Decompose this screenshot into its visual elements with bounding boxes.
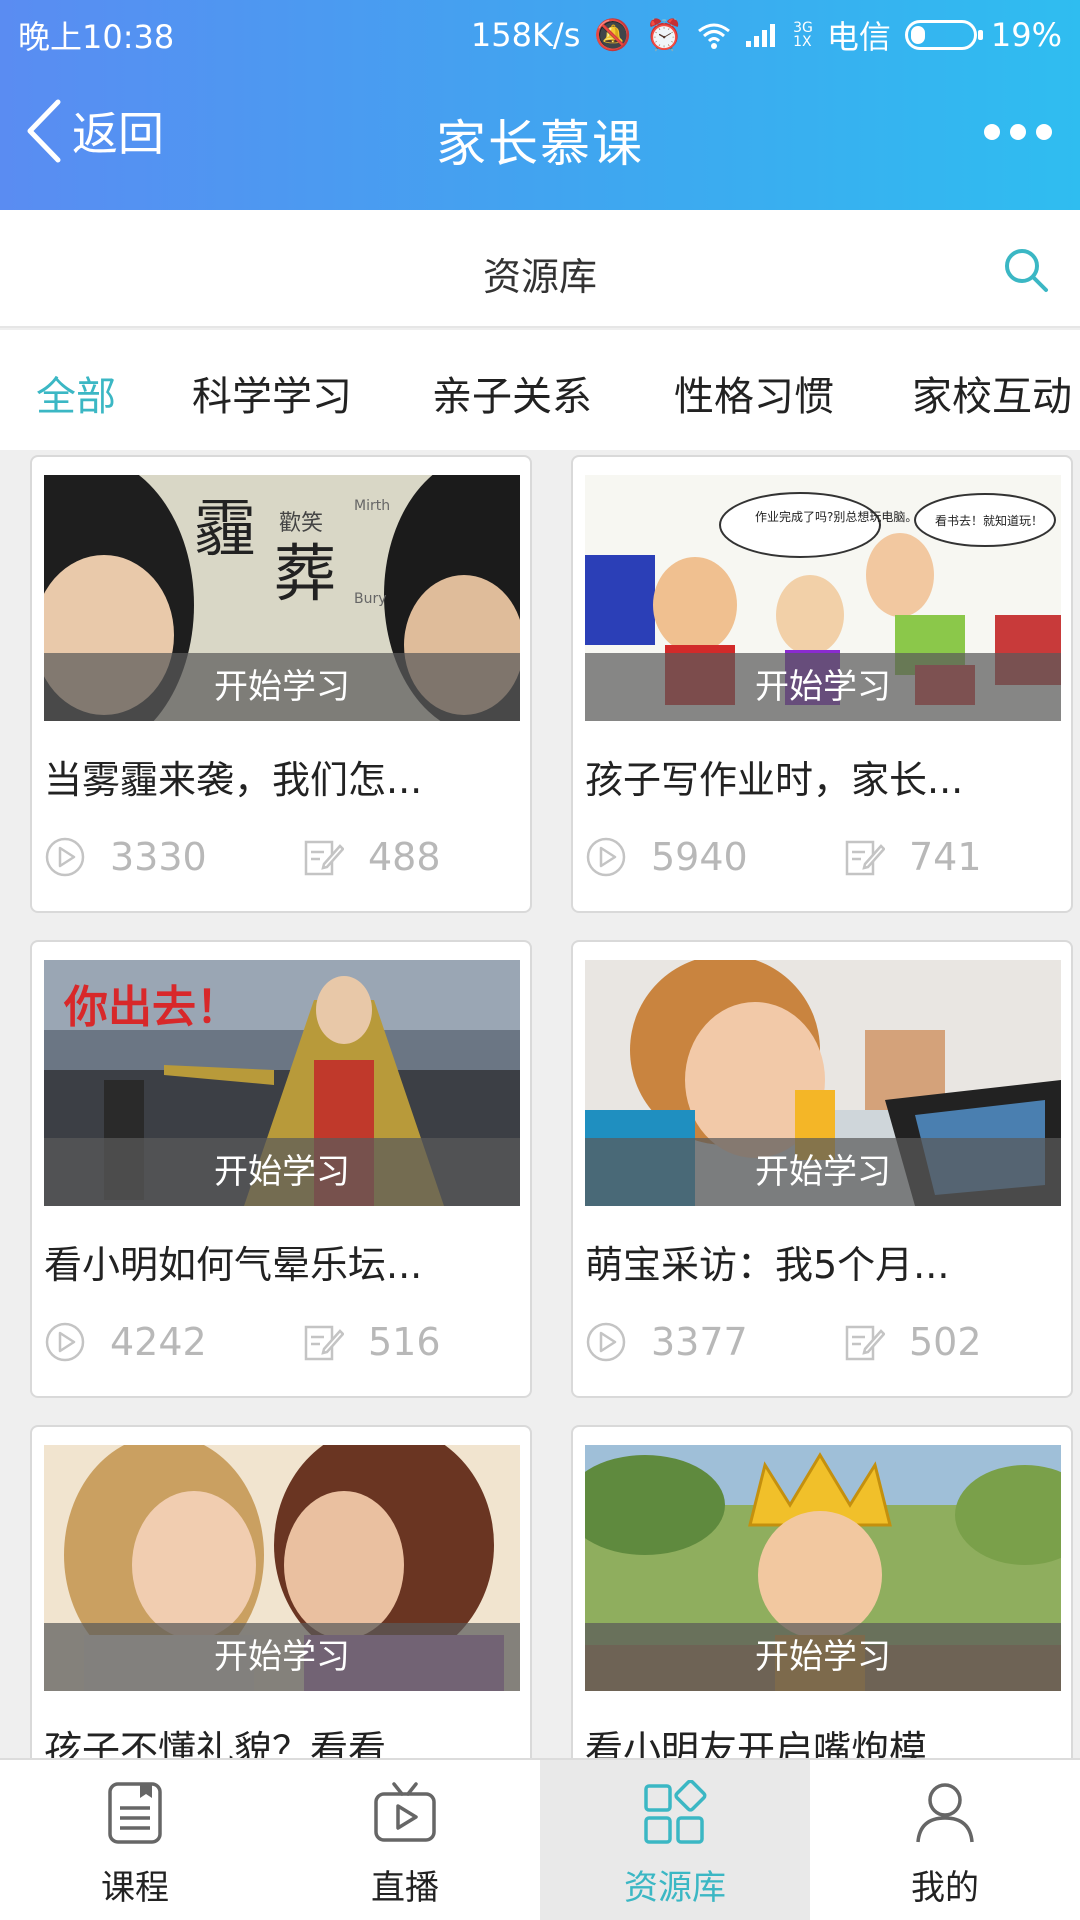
course-card[interactable]: 你出去！ 开始学习 看小明如何气晕乐坛... 4242 516 — [30, 940, 532, 1398]
bottom-nav-resources[interactable]: 资源库 — [540, 1760, 810, 1920]
play-count: 5940 — [585, 835, 748, 879]
note-edit-icon — [845, 1325, 885, 1361]
tab-character-habits[interactable]: 性格习惯 — [674, 364, 834, 422]
network-speed: 158K/s — [470, 16, 581, 54]
alarm-icon: ⏰ — [645, 17, 684, 53]
nav-bar: 返回 家长慕课 — [0, 78, 1080, 198]
course-thumbnail[interactable]: 开始学习 — [585, 1445, 1061, 1691]
course-card[interactable]: 霾 歡笑 葬 Mirth Bury 开始学习 当雾霾来袭，我们怎... 3330… — [30, 455, 532, 913]
play-count: 3330 — [44, 835, 207, 879]
note-count: 502 — [843, 1320, 982, 1364]
course-card[interactable]: 开始学习 萌宝采访：我5个月... 3377 502 — [571, 940, 1073, 1398]
grid-diamond-icon — [644, 1780, 707, 1844]
course-title: 孩子不懂礼貌？看看... — [44, 1728, 423, 1758]
wifi-icon — [698, 23, 731, 49]
course-title: 萌宝采访：我5个月... — [585, 1243, 950, 1287]
note-edit-icon — [845, 840, 885, 876]
start-learning-overlay[interactable]: 开始学习 — [44, 1623, 520, 1691]
status-time: 晚上10:38 — [18, 18, 175, 56]
battery-level: 19% — [990, 16, 1062, 54]
speech-bubble-text: 作业完成了吗?别总想玩电脑。 — [755, 509, 917, 524]
search-icon[interactable] — [1002, 246, 1050, 294]
note-edit-icon — [304, 1325, 344, 1361]
bottom-nav-mine[interactable]: 我的 — [810, 1760, 1080, 1920]
start-learning-overlay[interactable]: 开始学习 — [44, 653, 520, 721]
more-dot-icon — [984, 124, 1000, 140]
svg-text:葬: 葬 — [274, 537, 336, 610]
document-icon — [108, 1782, 162, 1844]
bottom-nav-label: 我的 — [911, 1868, 979, 1908]
course-thumbnail[interactable]: 你出去！ 开始学习 — [44, 960, 520, 1206]
course-card[interactable]: 作业完成了吗?别总想玩电脑。 看书去！就知道玩！ 开始学习 孩子写作业时，家长.… — [571, 455, 1073, 913]
section-title: 资源库 — [482, 255, 597, 299]
note-count: 488 — [302, 835, 441, 879]
play-circle-icon — [45, 1322, 85, 1362]
page-title: 家长慕课 — [436, 115, 644, 173]
battery-icon — [904, 20, 983, 50]
course-card[interactable]: 开始学习 看小明友开启嘴炮模... — [571, 1425, 1073, 1758]
note-edit-icon — [304, 840, 344, 876]
course-card[interactable]: 开始学习 孩子不懂礼貌？看看... — [30, 1425, 532, 1758]
image-text: 霾 — [194, 492, 256, 565]
app-header: 晚上10:38 158K/s 🔕 ⏰ 3G 1X 电信 19% 返回 家长慕课 — [0, 0, 1080, 210]
bottom-nav-course[interactable]: 课程 — [0, 1760, 270, 1920]
section-header: 资源库 — [0, 210, 1080, 328]
play-circle-icon — [586, 1322, 626, 1362]
tab-all[interactable]: 全部 — [36, 364, 116, 422]
tv-play-icon — [374, 1782, 436, 1842]
bottom-nav-live[interactable]: 直播 — [270, 1760, 540, 1920]
course-grid: 霾 歡笑 葬 Mirth Bury 开始学习 当雾霾来袭，我们怎... 3330… — [0, 450, 1080, 1758]
course-title: 看小明友开启嘴炮模... — [585, 1728, 964, 1758]
play-circle-icon — [45, 837, 85, 877]
bottom-nav-label: 直播 — [371, 1868, 439, 1908]
carrier-name: 电信 — [826, 18, 891, 56]
svg-text:Bury: Bury — [354, 591, 387, 607]
status-icons: 158K/s 🔕 ⏰ 3G 1X 电信 19% — [471, 12, 1062, 58]
start-learning-overlay[interactable]: 开始学习 — [585, 1138, 1061, 1206]
more-dot-icon — [1036, 124, 1052, 140]
course-title: 看小明如何气晕乐坛... — [44, 1243, 423, 1287]
person-icon — [916, 1783, 974, 1843]
note-count: 516 — [302, 1320, 441, 1364]
tab-science-learning[interactable]: 科学学习 — [192, 364, 352, 422]
bottom-nav-label: 资源库 — [624, 1868, 726, 1908]
image-text: 你出去！ — [63, 982, 240, 1033]
note-count: 741 — [843, 835, 982, 879]
bottom-nav-label: 课程 — [101, 1868, 169, 1908]
network-type: 3G 1X — [793, 20, 813, 50]
svg-text:Mirth: Mirth — [354, 498, 390, 514]
category-tabs: 全部 科学学习 亲子关系 性格习惯 家校互动 — [0, 330, 1080, 450]
course-thumbnail[interactable]: 作业完成了吗?别总想玩电脑。 看书去！就知道玩！ 开始学习 — [585, 475, 1061, 721]
speech-bubble-text: 看书去！就知道玩！ — [935, 514, 1043, 528]
course-thumbnail[interactable]: 开始学习 — [44, 1445, 520, 1691]
status-bar: 晚上10:38 158K/s 🔕 ⏰ 3G 1X 电信 19% — [0, 0, 1080, 62]
course-title: 孩子写作业时，家长... — [585, 758, 964, 802]
start-learning-overlay[interactable]: 开始学习 — [585, 653, 1061, 721]
tab-home-school[interactable]: 家校互动 — [912, 364, 1072, 422]
start-learning-overlay[interactable]: 开始学习 — [44, 1138, 520, 1206]
course-thumbnail[interactable]: 开始学习 — [585, 960, 1061, 1206]
svg-text:歡笑: 歡笑 — [279, 511, 323, 536]
play-count: 4242 — [44, 1320, 207, 1364]
course-thumbnail[interactable]: 霾 歡笑 葬 Mirth Bury 开始学习 — [44, 475, 520, 721]
play-circle-icon — [586, 837, 626, 877]
play-count: 3377 — [585, 1320, 748, 1364]
signal-icon — [746, 24, 776, 47]
mute-icon: 🔕 — [594, 17, 632, 53]
tab-parent-child[interactable]: 亲子关系 — [432, 364, 592, 422]
start-learning-overlay[interactable]: 开始学习 — [585, 1623, 1061, 1691]
course-title: 当雾霾来袭，我们怎... — [44, 758, 423, 802]
bottom-nav: 课程 直播 资源库 我的 — [0, 1758, 1080, 1920]
more-dot-icon — [1010, 124, 1026, 140]
more-button[interactable] — [984, 124, 1052, 140]
